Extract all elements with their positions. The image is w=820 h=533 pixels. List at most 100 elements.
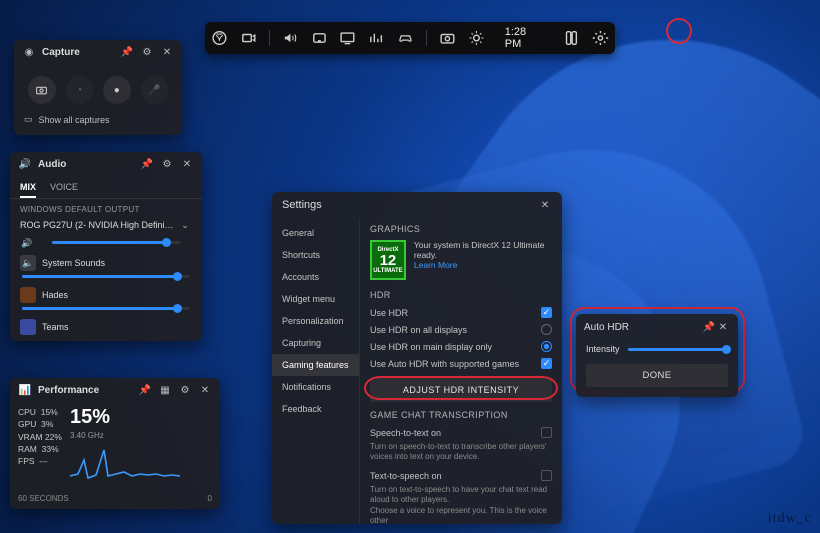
- tab-voice[interactable]: VOICE: [50, 178, 78, 198]
- close-icon[interactable]: ✕: [716, 320, 730, 334]
- teams-icon: [20, 319, 36, 335]
- tab-mix[interactable]: MIX: [20, 178, 36, 198]
- tts-desc2: Choose a voice to represent you. This is…: [370, 506, 552, 524]
- nav-gaming-features[interactable]: Gaming features: [272, 354, 359, 376]
- broadcast-icon[interactable]: [240, 29, 257, 47]
- settings-title: Settings: [282, 199, 538, 211]
- perf-big-value: 15%: [70, 406, 180, 429]
- opt-all-displays-label: Use HDR on all displays: [370, 325, 467, 335]
- volume-icon[interactable]: 🔊: [20, 236, 34, 250]
- nav-capturing[interactable]: Capturing: [272, 332, 359, 354]
- hdr-header: HDR: [370, 290, 552, 300]
- settings-content: GRAPHICS DirectX 12 ULTIMATE Your system…: [360, 218, 562, 524]
- opt-auto-hdr-label: Use Auto HDR with supported games: [370, 359, 519, 369]
- app-system-label: System Sounds: [42, 258, 105, 268]
- pin-icon[interactable]: 📌: [702, 320, 716, 334]
- gallery-icon: ▭: [24, 114, 33, 125]
- show-all-label: Show all captures: [39, 115, 110, 125]
- controller-icon[interactable]: [397, 29, 414, 47]
- main-display-radio[interactable]: [541, 341, 552, 352]
- stt-desc: Turn on speech-to-text to transcribe oth…: [370, 442, 552, 462]
- speaker-icon: 🔊: [18, 157, 32, 171]
- settings-icon[interactable]: ⚙: [160, 157, 174, 171]
- tts-title: Text-to-speech on: [370, 471, 442, 481]
- xaxis-label: 60 SECONDS: [18, 494, 69, 503]
- system-sounds-icon: 🔈: [20, 255, 36, 271]
- record-last-button: ◔: [66, 76, 94, 104]
- record-button[interactable]: ●: [103, 76, 131, 104]
- settings-icon[interactable]: ⚙: [178, 383, 192, 397]
- auto-hdr-checkbox[interactable]: ✓: [541, 358, 552, 369]
- game-bar: 1:28 PM: [205, 22, 615, 54]
- layout-icon[interactable]: ▦: [158, 383, 172, 397]
- nav-feedback[interactable]: Feedback: [272, 398, 359, 420]
- nav-widget-menu[interactable]: Widget menu: [272, 288, 359, 310]
- tts-desc: Turn on text-to-speech to have your chat…: [370, 485, 552, 505]
- highlight-ring-settings: [666, 18, 692, 44]
- settings-panel: Settings ✕ General Shortcuts Accounts Wi…: [272, 192, 562, 524]
- default-output-label: WINDOWS DEFAULT OUTPUT: [10, 199, 202, 216]
- cpu-sparkline: [70, 440, 180, 486]
- close-icon[interactable]: ✕: [198, 383, 212, 397]
- widgets-icon[interactable]: [563, 29, 580, 47]
- brightness-icon[interactable]: [468, 29, 485, 47]
- hades-icon: [20, 287, 36, 303]
- display-icon[interactable]: [339, 29, 356, 47]
- performance-icon[interactable]: [368, 29, 385, 47]
- capture-widget-icon[interactable]: [311, 29, 328, 47]
- system-sounds-slider[interactable]: [22, 275, 190, 278]
- directx-badge: DirectX 12 ULTIMATE: [370, 240, 406, 280]
- intensity-label: Intensity: [586, 344, 620, 354]
- pin-icon[interactable]: 📌: [138, 383, 152, 397]
- capture-icon: ◉: [22, 45, 36, 59]
- xaxis-zero: 0: [208, 494, 212, 503]
- done-button[interactable]: DONE: [586, 364, 728, 387]
- nav-general[interactable]: General: [272, 222, 359, 244]
- volume-icon[interactable]: [282, 29, 299, 47]
- stt-checkbox[interactable]: [541, 427, 552, 438]
- adjust-hdr-button[interactable]: ADJUST HDR INTENSITY: [370, 378, 552, 402]
- gear-icon[interactable]: [592, 29, 609, 47]
- tts-checkbox[interactable]: [541, 470, 552, 481]
- stt-title: Speech-to-text on: [370, 428, 441, 438]
- show-all-captures-link[interactable]: ▭ Show all captures: [24, 114, 172, 125]
- perf-freq: 3.40 GHz: [70, 431, 180, 440]
- screenshot-button[interactable]: [28, 76, 56, 104]
- audio-title: Audio: [38, 159, 134, 170]
- pin-icon[interactable]: 📌: [140, 157, 154, 171]
- auto-hdr-panel: Auto HDR 📌 ✕ Intensity DONE: [576, 314, 738, 397]
- opt-main-display-label: Use HDR on main display only: [370, 342, 492, 352]
- all-displays-radio[interactable]: [541, 324, 552, 335]
- nav-notifications[interactable]: Notifications: [272, 376, 359, 398]
- graphics-header: GRAPHICS: [370, 224, 552, 234]
- watermark-text: itdw_c: [768, 511, 812, 527]
- dx-status-text: Your system is DirectX 12 Ultimate ready…: [414, 240, 552, 260]
- performance-panel: 📊 Performance 📌 ▦ ⚙ ✕ CPU 15% GPU 3% VRA…: [10, 378, 220, 509]
- settings-icon[interactable]: ⚙: [140, 45, 154, 59]
- auto-hdr-title: Auto HDR: [584, 322, 702, 333]
- chevron-down-icon[interactable]: ⌄: [178, 218, 192, 232]
- capture-panel: ◉ Capture 📌 ⚙ ✕ ◔ ● 🎤 ▭ Show all capture…: [14, 40, 182, 135]
- nav-accounts[interactable]: Accounts: [272, 266, 359, 288]
- device-name: ROG PG27U (2- NVIDIA High Definition A..…: [20, 220, 174, 230]
- mic-button: 🎤: [141, 76, 169, 104]
- close-icon[interactable]: ✕: [538, 198, 552, 212]
- perf-stats: CPU 15% GPU 3% VRAM 22% RAM 33% FPS ---: [18, 406, 62, 486]
- intensity-slider[interactable]: [628, 348, 728, 351]
- xbox-icon[interactable]: [211, 29, 228, 47]
- close-icon[interactable]: ✕: [180, 157, 194, 171]
- audio-panel: 🔊 Audio 📌 ⚙ ✕ MIX VOICE WINDOWS DEFAULT …: [10, 152, 202, 341]
- settings-nav: General Shortcuts Accounts Widget menu P…: [272, 218, 360, 524]
- nav-personalization[interactable]: Personalization: [272, 310, 359, 332]
- pin-icon[interactable]: 📌: [120, 45, 134, 59]
- close-icon[interactable]: ✕: [160, 45, 174, 59]
- opt-use-hdr-label: Use HDR: [370, 308, 408, 318]
- hades-slider[interactable]: [22, 307, 190, 310]
- chart-icon: 📊: [18, 383, 32, 397]
- learn-more-link[interactable]: Learn More: [414, 260, 457, 270]
- clock: 1:28 PM: [497, 26, 551, 50]
- use-hdr-checkbox[interactable]: ✓: [541, 307, 552, 318]
- camera-icon[interactable]: [439, 29, 456, 47]
- master-volume-slider[interactable]: [52, 241, 180, 244]
- nav-shortcuts[interactable]: Shortcuts: [272, 244, 359, 266]
